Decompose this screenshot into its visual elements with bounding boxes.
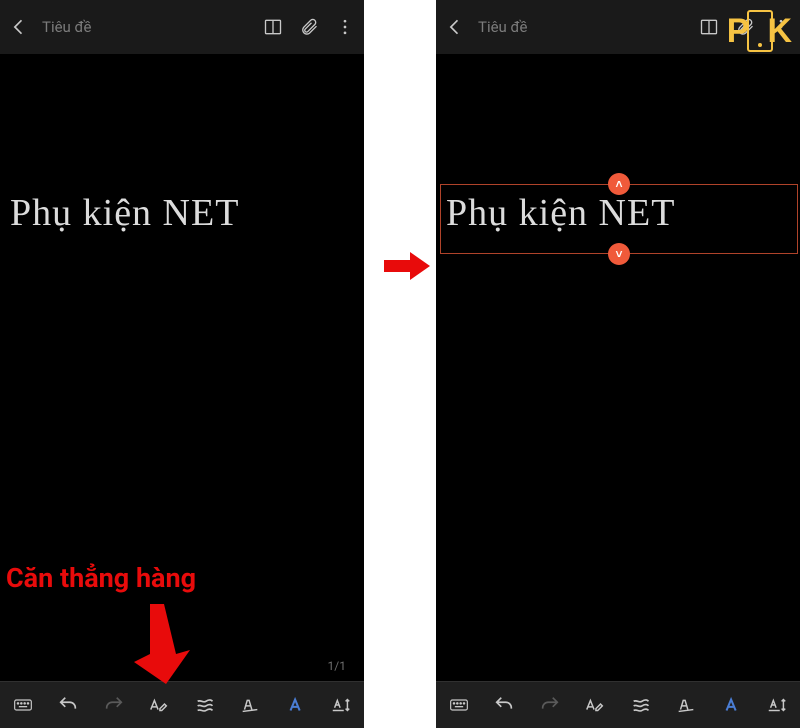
- slant-text-icon[interactable]: [671, 690, 701, 720]
- reader-icon[interactable]: [262, 16, 284, 38]
- redo-icon[interactable]: [99, 690, 129, 720]
- back-icon[interactable]: [8, 16, 30, 38]
- redo-icon[interactable]: [535, 690, 565, 720]
- watermark-badge: P K: [727, 10, 792, 52]
- bottom-toolbar: [0, 681, 364, 728]
- pen-text-icon[interactable]: [580, 690, 610, 720]
- align-icon[interactable]: [190, 690, 220, 720]
- undo-icon[interactable]: [53, 690, 83, 720]
- watermark-p: P: [727, 12, 750, 51]
- keyboard-icon[interactable]: [8, 690, 38, 720]
- phone-after: Tiêu đề Phụ kiện NET ˄ ˅: [436, 0, 800, 728]
- selection-box[interactable]: ˄ ˅: [440, 184, 798, 254]
- baseline-icon[interactable]: [762, 690, 792, 720]
- watermark-phone-icon: [747, 10, 773, 52]
- style-a-icon[interactable]: [717, 690, 747, 720]
- more-vert-icon[interactable]: [334, 16, 356, 38]
- align-icon[interactable]: [626, 690, 656, 720]
- annotation-arrow-right: [384, 252, 430, 280]
- selection-handle-top[interactable]: ˄: [608, 173, 630, 195]
- annotation-arrow-down: [134, 604, 194, 684]
- reader-icon[interactable]: [698, 16, 720, 38]
- keyboard-icon[interactable]: [444, 690, 474, 720]
- note-title[interactable]: Tiêu đề: [478, 18, 527, 36]
- selection-handle-bottom[interactable]: ˅: [608, 243, 630, 265]
- back-icon[interactable]: [444, 16, 466, 38]
- annotation-label: Căn thẳng hàng: [6, 562, 196, 594]
- top-bar: Tiêu đề: [0, 0, 364, 54]
- page-indicator: 1/1: [328, 659, 346, 673]
- style-a-icon[interactable]: [281, 690, 311, 720]
- baseline-icon[interactable]: [326, 690, 356, 720]
- slant-text-icon[interactable]: [235, 690, 265, 720]
- handwritten-text: Phụ kiện NET: [10, 194, 356, 232]
- pen-text-icon[interactable]: [144, 690, 174, 720]
- comparison-stage: Tiêu đề Phụ kiện NET 1/1: [0, 0, 800, 728]
- paperclip-icon[interactable]: [298, 16, 320, 38]
- bottom-toolbar: [436, 681, 800, 728]
- note-title[interactable]: Tiêu đề: [42, 18, 91, 36]
- drawing-canvas[interactable]: Phụ kiện NET ˄ ˅: [436, 54, 800, 681]
- undo-icon[interactable]: [489, 690, 519, 720]
